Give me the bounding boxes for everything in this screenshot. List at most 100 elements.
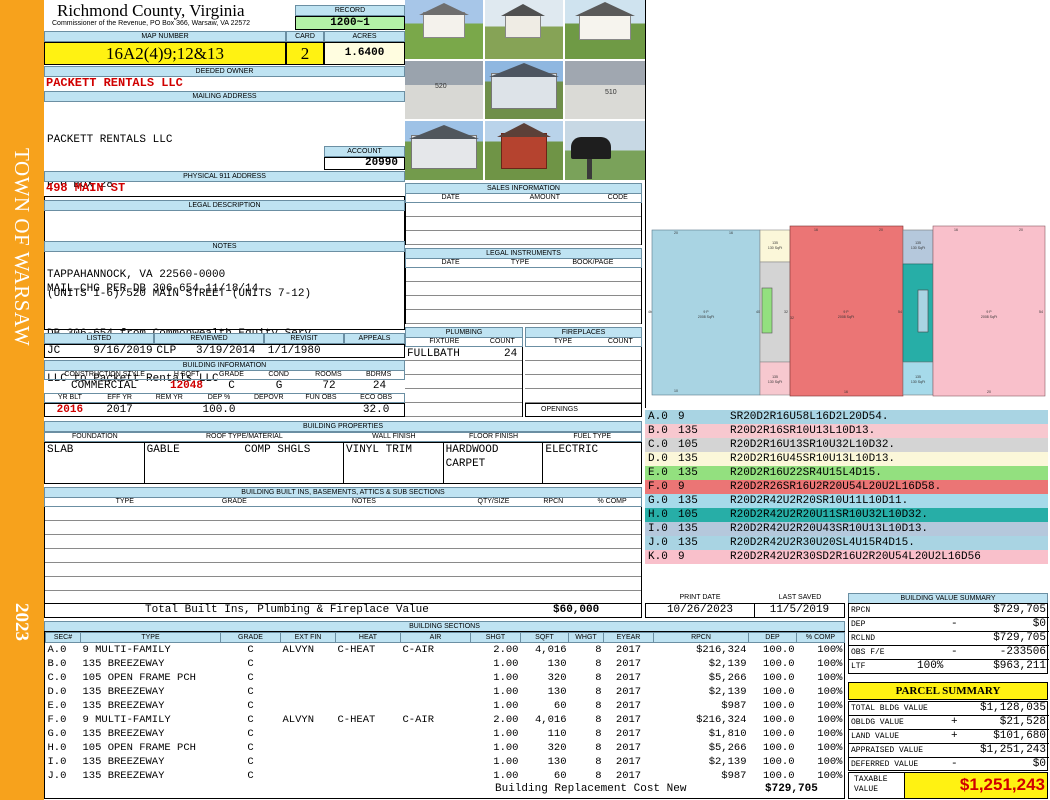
section-row[interactable]: I.0 135 BREEZEWAY C 1.00 130 8 2017 $2,139 100.0… — [46, 755, 845, 769]
segment-row[interactable]: G.0 135 R20D2R42U2R20SR10U11L10D11. — [645, 494, 1048, 508]
building-info-header2: YR BLT EFF YR REM YR DEP % DEPOVR FUN OB… — [44, 393, 405, 403]
section-cell: C-HEAT — [337, 713, 376, 726]
sidebar: TOWN OF WARSAW 2023 — [0, 0, 44, 800]
replacement-cost-label: Building Replacement Cost New — [495, 783, 687, 795]
section-cell: 8 — [595, 727, 602, 740]
section-cell: 135 BREEZEWAY — [82, 685, 165, 698]
parcel-row: LAND VALUE + $101,680 — [849, 730, 1049, 744]
builtins-header: TYPE GRADE NOTES QTY/SIZE RPCN % COMP — [44, 497, 642, 507]
section-cell — [336, 755, 401, 769]
legal-description-label: LEGAL DESCRIPTION — [44, 200, 405, 211]
depovr-value — [244, 404, 294, 416]
sketch-label-d: 135 — [772, 241, 778, 245]
segment-row[interactable]: K.0 9 R20D2R42U2R30SD2R16U2R20U54L20U2L16D… — [645, 550, 1048, 564]
segment-desc: SR20D2R16U58L16D2L20D54. — [730, 411, 889, 423]
section-cell: 130 — [547, 657, 567, 670]
sections-col-header: EXT FIN — [280, 632, 336, 643]
section-cell: A.0 — [47, 643, 67, 656]
sketch-seg-e — [761, 287, 773, 334]
property-photo[interactable] — [565, 121, 645, 180]
section-cell: 100% — [817, 741, 843, 754]
sketch-dim-top: 16 — [814, 228, 818, 232]
segment-row[interactable]: B.0 135 R20D2R16SR10U13L10D13. — [645, 424, 1048, 438]
segment-num: 135 — [678, 425, 698, 437]
property-photo[interactable] — [485, 121, 563, 180]
segment-row[interactable]: C.0 105 R20D2R16U13SR10U32L10D32. — [645, 438, 1048, 452]
section-cell — [281, 741, 336, 755]
record-label: RECORD — [295, 5, 405, 16]
section-cell — [336, 685, 401, 699]
segment-code: I.0 — [648, 523, 668, 535]
segment-row[interactable]: D.0 135 R20D2R16U45SR10U13L10D13. — [645, 452, 1048, 466]
segment-row[interactable]: I.0 135 R20D2R42U2R20U43SR10U13L10D13. — [645, 522, 1048, 536]
segment-code: E.0 — [648, 467, 668, 479]
segment-desc: R20D2R16U13SR10U32L10D32. — [730, 439, 896, 451]
ps-value: $1,251,243 — [979, 744, 1046, 756]
property-photo[interactable] — [485, 61, 563, 119]
section-row[interactable]: E.0 135 BREEZEWAY C 1.00 60 8 2017 $987 100.0 100… — [46, 699, 845, 713]
parcel-summary-label: PARCEL SUMMARY — [848, 682, 1048, 700]
grade-value: C — [228, 380, 235, 392]
segment-desc: R20D2R26SR16U2R20U54L20U2L16D58. — [730, 481, 942, 493]
section-cell — [281, 685, 336, 699]
segment-row[interactable]: H.0 105 R20D2R42U2R20U11SR10U32L10D32. — [645, 508, 1048, 522]
sketch-label-f: 9 P — [843, 310, 849, 314]
parcel-row: TOTAL BLDG VALUE $1,128,035 — [849, 702, 1049, 716]
cond-value: G — [275, 380, 283, 392]
section-row[interactable]: J.0 135 BREEZEWAY C 1.00 60 8 2017 $987 100.0 100… — [46, 769, 845, 783]
sections-table: SEC# TYPE GRADE EXT FIN HEAT AIR SHGT SQFT WHGT E… — [45, 632, 845, 783]
segment-row[interactable]: E.0 135 R20D2R16U22SR4U15L4D15. — [645, 466, 1048, 480]
vs-sign: - — [951, 618, 958, 630]
property-photo[interactable]: 510 — [565, 61, 645, 119]
property-photo[interactable] — [405, 121, 483, 180]
section-cell: $216,324 — [696, 643, 747, 656]
property-photo[interactable] — [405, 0, 483, 59]
section-row[interactable]: H.0 105 OPEN FRAME PCH C 1.00 320 8 2017 $5,266… — [46, 741, 845, 755]
segment-num: 9 — [678, 411, 685, 423]
rem-year — [144, 404, 194, 416]
sketch-seg-j — [917, 289, 929, 333]
segment-num: 135 — [678, 537, 698, 549]
value-summary-row: DEP - $0 — [849, 618, 1049, 632]
col-rem-yr: REM YR — [155, 394, 183, 401]
sketch-label-i: 135 — [915, 241, 921, 245]
section-cell: C-HEAT — [337, 643, 376, 656]
segment-code: D.0 — [648, 453, 668, 465]
plumbing-count: 24 — [504, 348, 518, 360]
section-row[interactable]: D.0 135 BREEZEWAY C 1.00 130 8 2017 $2,139 100.0… — [46, 685, 845, 699]
section-cell: 2.00 — [493, 643, 519, 656]
section-cell — [401, 685, 471, 699]
segment-row[interactable]: F.0 9 R20D2R26SR16U2R20U54L20U2L16D58. — [645, 480, 1048, 494]
floor-finish-1: HARDWOOD — [445, 444, 499, 456]
section-row[interactable]: C.0 105 OPEN FRAME PCH C 1.00 320 8 2017 $5,266… — [46, 671, 845, 685]
taxable-box: TAXABLE VALUE $1,251,243 — [848, 772, 1048, 799]
section-row[interactable]: G.0 135 BREEZEWAY C 1.00 110 8 2017 $1,810 100.0… — [46, 727, 845, 741]
sketch-dim-bottom: 16 — [844, 390, 848, 394]
property-photo[interactable]: 520 — [405, 61, 483, 119]
section-cell: $2,139 — [708, 685, 747, 698]
section-row[interactable]: B.0 135 BREEZEWAY C 1.00 130 8 2017 $2,139 100.0… — [46, 657, 845, 671]
ps-value: $0 — [1032, 758, 1046, 770]
sections-col-header: GRADE — [220, 632, 281, 643]
section-row[interactable]: F.0 9 MULTI-FAMILY C ALVYN C-HEAT C-AIR 2.00 4,… — [46, 713, 845, 727]
section-cell: 135 BREEZEWAY — [82, 727, 165, 740]
segment-row[interactable]: A.0 9 SR20D2R16U58L16D2L20D54. — [645, 410, 1048, 424]
section-cell: D.0 — [47, 685, 67, 698]
section-cell: 100% — [817, 685, 843, 698]
sketch-dim-mid: 54 — [898, 310, 902, 314]
property-photo[interactable] — [485, 0, 563, 59]
property-photo[interactable] — [565, 0, 645, 59]
taxable-label: TAXABLE VALUE — [849, 773, 905, 798]
col-fp-type: TYPE — [553, 338, 572, 345]
segment-num: 135 — [678, 467, 698, 479]
section-cell: 100.0 — [762, 741, 795, 754]
segment-desc: R20D2R16SR10U13L10D13. — [730, 425, 876, 437]
section-row[interactable]: A.0 9 MULTI-FAMILY C ALVYN C-HEAT C-AIR 2.00 4,… — [46, 643, 845, 657]
segment-desc: R20D2R42U2R30SD2R16U2R20U54L20U2L16D56 — [730, 551, 981, 563]
listing-values: JC 9/16/2019 CLP 3/19/2014 1/1/1980 — [44, 344, 405, 358]
section-cell: 8 — [595, 657, 602, 670]
section-cell: 100.0 — [762, 671, 795, 684]
builtins-total-label: Total Built Ins, Plumbing & Fireplace Va… — [145, 604, 429, 616]
segment-row[interactable]: J.0 135 R20D2R42U2R30U20SL4U15R4D15. — [645, 536, 1048, 550]
section-cell: 60 — [553, 769, 567, 782]
